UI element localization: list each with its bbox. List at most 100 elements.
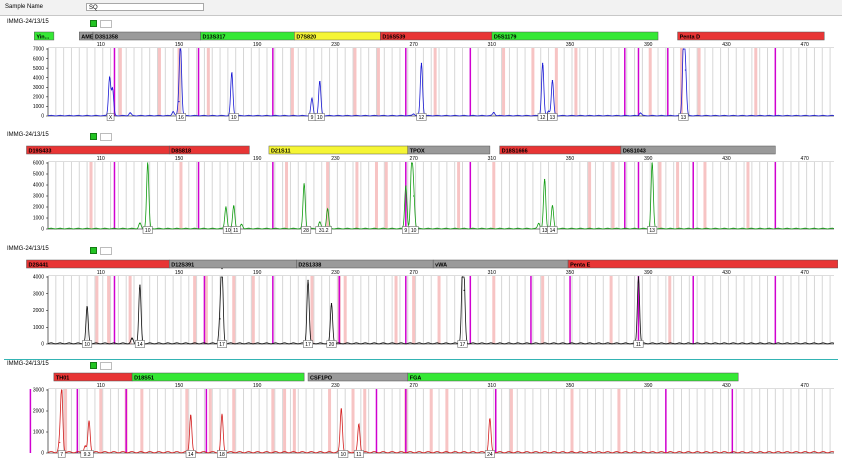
- allele-bin: [118, 48, 122, 116]
- quality-status-icon[interactable]: [90, 362, 97, 369]
- y-tick-label: 3000: [33, 388, 44, 394]
- quality-status-icon[interactable]: [90, 247, 97, 254]
- peak-mark: [233, 205, 235, 207]
- locus-bar: D16S539: [380, 31, 493, 40]
- allele-label: 14: [550, 228, 556, 234]
- signal-trace: [47, 162, 835, 230]
- peak-mark: [307, 279, 309, 281]
- locus-label: D18S51: [134, 375, 154, 381]
- sample-name-field[interactable]: SQ: [86, 3, 204, 11]
- allele-bin: [290, 48, 294, 116]
- y-tick-label: 4000: [33, 75, 44, 81]
- y-tick-label: 5000: [33, 172, 44, 178]
- y-tick-label: 2000: [33, 409, 44, 415]
- panel-checkbox[interactable]: [100, 362, 112, 370]
- locus-bar: D13S317: [200, 31, 295, 40]
- bp-tick-label: 150: [175, 156, 184, 162]
- locus-bar: D18S51: [131, 372, 305, 381]
- allele-label: 13: [681, 115, 687, 121]
- allele-bin: [429, 389, 433, 453]
- allele-bin: [140, 389, 144, 453]
- peak-mark: [637, 276, 640, 278]
- y-tick-label: 6000: [33, 56, 44, 62]
- locus-bar: Yin...: [34, 31, 55, 40]
- bp-tick-label: 470: [800, 156, 809, 162]
- locus-label: CSF1PO: [310, 375, 333, 381]
- allele-bin: [746, 162, 750, 229]
- quality-status-icon[interactable]: [90, 20, 97, 27]
- bp-tick-label: 190: [253, 156, 262, 162]
- locus-label: D13S317: [203, 34, 226, 40]
- bp-tick-label: 350: [566, 156, 575, 162]
- peak-mark: [358, 424, 360, 426]
- allele-call: 11: [230, 226, 241, 234]
- allele-label: 18: [219, 452, 225, 458]
- y-tick-label: 1000: [33, 325, 44, 331]
- allele-bin: [363, 389, 367, 453]
- signal-trace: [47, 48, 835, 117]
- peak-mark: [219, 318, 221, 320]
- allele-label: 31.2: [319, 228, 329, 234]
- electropherogram-window: Sample Name SQ IMMG-24/13/15 Yin... AMEL D…: [0, 0, 842, 462]
- allele-call: 18: [217, 450, 227, 458]
- bp-tick-label: 270: [409, 383, 418, 389]
- panel-sample-title: IMMG-24/13/15: [7, 19, 49, 25]
- peak-mark: [551, 79, 554, 82]
- y-tick-label: 4000: [33, 183, 44, 189]
- bp-tick-label: 350: [566, 383, 575, 389]
- peak-mark: [326, 208, 329, 210]
- dye-panel-green: IMMG-24/13/15 D19S433 D8S818 D21S11 TPOX D18…: [4, 131, 838, 245]
- peak-mark: [108, 77, 111, 79]
- allele-label: 28: [303, 228, 309, 234]
- locus-bar: Penta D: [677, 31, 825, 40]
- allele-call: 10: [314, 113, 325, 121]
- allele-bin: [353, 48, 357, 116]
- quality-status-icon[interactable]: [90, 133, 97, 140]
- locus-box: [491, 31, 659, 41]
- allele-bin: [179, 162, 183, 229]
- locus-label: D2S441: [28, 262, 48, 268]
- allele-bin: [611, 162, 615, 229]
- electropherogram-plot[interactable]: Yin... AMELD3S1358 D13S317 D7S820 D16S539 D5S…: [4, 30, 838, 131]
- locus-label: D19S433: [28, 148, 51, 154]
- peak-mark: [420, 62, 423, 64]
- allele-bin: [107, 276, 111, 344]
- bp-tick-label: 190: [253, 42, 262, 48]
- locus-label: D2S1338: [298, 262, 321, 268]
- bp-tick-label: 230: [331, 42, 340, 48]
- locus-box: [567, 259, 838, 269]
- peak-mark: [319, 221, 321, 223]
- y-tick-label: 5000: [33, 66, 44, 72]
- locus-label: D21S11: [271, 148, 291, 154]
- allele-bin: [374, 162, 378, 229]
- locus-label: TH01: [56, 375, 69, 381]
- peak-mark: [311, 98, 313, 100]
- dye-panel-blue: IMMG-24/13/15 Yin... AMEL D3S1358 D13S317 D7…: [4, 18, 838, 131]
- locus-label: D8S818: [171, 148, 191, 154]
- electropherogram-plot[interactable]: TH01 D18S51 CSF1PO FGA110 150 190 230 270 310 350…: [4, 371, 838, 463]
- allele-call: 11: [633, 340, 644, 348]
- allele-call: 14: [547, 226, 558, 234]
- panel-checkbox[interactable]: [100, 247, 112, 255]
- allele-label: 24: [487, 452, 493, 458]
- electropherogram-plot[interactable]: D19S433 D8S818 D21S11 TPOX D18S1666 D6S1043 11…: [4, 143, 838, 245]
- signal-trace: [47, 389, 835, 454]
- panel-checkbox[interactable]: [100, 20, 112, 28]
- locus-bar: vWA: [432, 259, 569, 268]
- allele-bin: [502, 48, 506, 116]
- allele-bin: [355, 162, 359, 229]
- allele-call: 28: [301, 226, 312, 234]
- allele-bin: [509, 389, 513, 453]
- panel-checkbox[interactable]: [100, 133, 112, 141]
- bp-tick-label: 310: [488, 156, 497, 162]
- dye-panel-yellow: IMMG-24/13/15 D2S441 D12S391 D2S1338 vWA Pen…: [4, 245, 838, 359]
- peak-mark: [139, 284, 141, 286]
- allele-bin: [554, 48, 558, 116]
- electropherogram-plot[interactable]: D2S441 D12S391 D2S1338 vWA Penta E110 150 190 2…: [4, 257, 838, 359]
- y-tick-label: 0: [41, 114, 44, 120]
- allele-call: 17: [457, 340, 468, 348]
- bin-guides: [55, 48, 831, 116]
- allele-bin: [588, 162, 592, 229]
- bp-tick-label: 430: [722, 42, 731, 48]
- peak-mark: [131, 338, 133, 340]
